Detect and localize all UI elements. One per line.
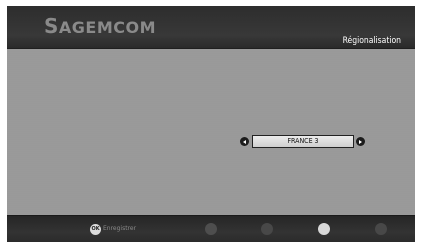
- yellow-button-icon[interactable]: [318, 223, 330, 235]
- header-bar: SAGEMCOM Régionalisation: [7, 6, 415, 48]
- left-arrow-icon[interactable]: [240, 137, 249, 146]
- right-arrow-icon[interactable]: [356, 137, 365, 146]
- main-panel: FRANCE 3: [7, 49, 415, 215]
- tv-screen: SAGEMCOM Régionalisation FRANCE 3 OK Enr…: [7, 6, 415, 242]
- save-label: Enregistrer: [103, 225, 137, 232]
- blue-button-icon[interactable]: [375, 223, 387, 235]
- page-title: Régionalisation: [342, 36, 401, 46]
- footer-bar: OK Enregistrer: [7, 215, 415, 242]
- red-button-icon[interactable]: [205, 223, 217, 235]
- region-value[interactable]: FRANCE 3: [252, 135, 354, 148]
- ok-icon[interactable]: OK: [90, 224, 101, 235]
- green-button-icon[interactable]: [261, 223, 273, 235]
- brand-logo: SAGEMCOM: [44, 14, 157, 38]
